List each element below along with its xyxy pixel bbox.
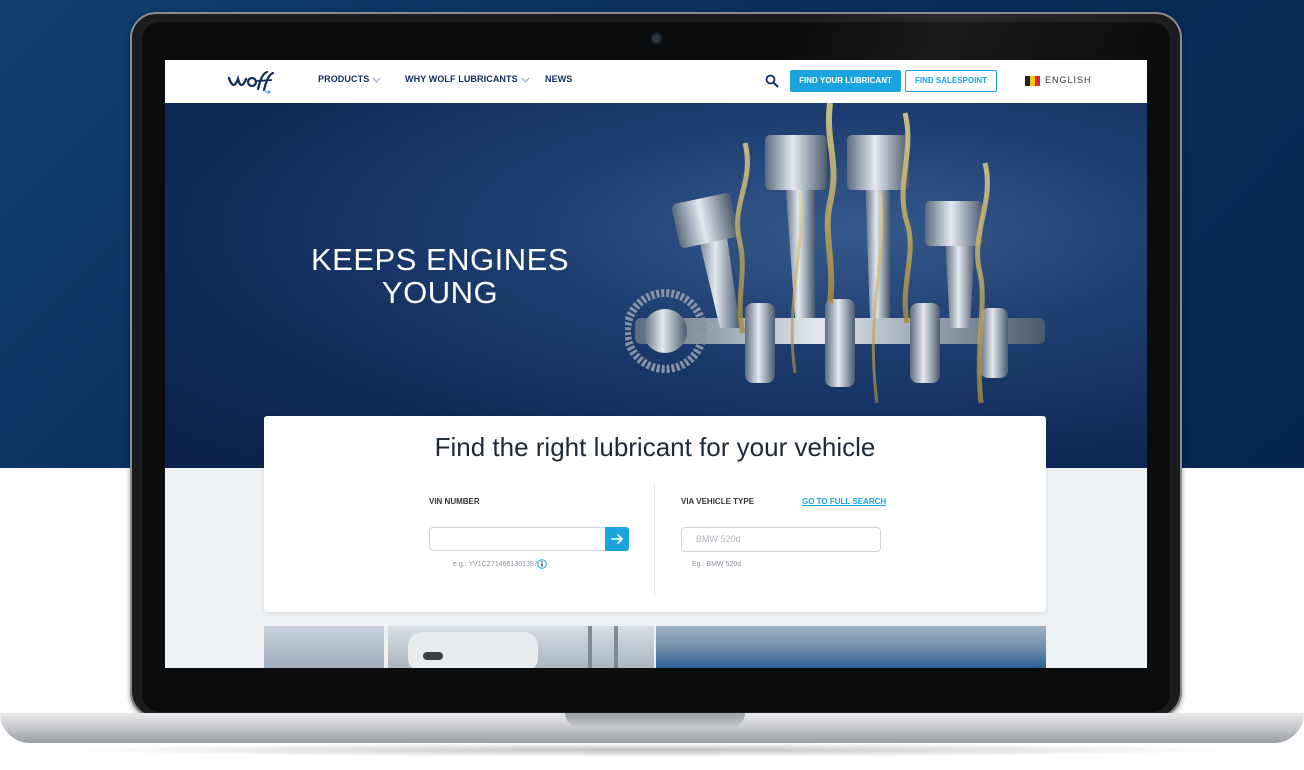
vin-input[interactable] xyxy=(429,527,605,551)
arrow-right-icon xyxy=(611,534,624,544)
find-salespoint-button[interactable]: FIND SALESPOINT xyxy=(905,70,997,92)
tile-image-car-rear[interactable] xyxy=(388,626,654,668)
vin-label: VIN NUMBER xyxy=(429,497,480,506)
nav-products[interactable]: PRODUCTS xyxy=(318,74,381,90)
language-selector[interactable]: ENGLISH xyxy=(1045,75,1092,85)
wolf-logo[interactable] xyxy=(227,69,275,95)
nav-news-label: NEWS xyxy=(545,74,573,84)
tile-image-motion[interactable] xyxy=(656,626,1046,668)
find-lubricant-button[interactable]: FIND YOUR LUBRICANT xyxy=(790,70,901,92)
nav-why-wolf[interactable]: WHY WOLF LUBRICANTS xyxy=(405,74,530,90)
vin-example: e.g.: YV1CZ714661301357 xyxy=(453,561,538,568)
site-header: PRODUCTS WHY WOLF LUBRICANTS NEWS FIND Y… xyxy=(165,60,1147,104)
laptop-opening-notch xyxy=(565,713,745,727)
hero-headline: KEEPS ENGINES YOUNG xyxy=(275,243,605,309)
search-icon[interactable] xyxy=(765,74,779,88)
nav-why-label: WHY WOLF LUBRICANTS xyxy=(405,74,518,84)
nav-products-label: PRODUCTS xyxy=(318,74,370,84)
vehicle-type-label: VIA VEHICLE TYPE xyxy=(681,497,755,506)
lubricant-search-card: Find the right lubricant for your vehicl… xyxy=(264,416,1046,612)
webcam xyxy=(652,34,661,43)
car-rear-illustration xyxy=(408,626,618,668)
engine-pistons-illustration xyxy=(625,103,1045,404)
chevron-down-icon xyxy=(521,77,530,83)
full-search-link[interactable]: GO TO FULL SEARCH xyxy=(802,497,886,506)
laptop-shadow xyxy=(60,743,1244,757)
info-icon[interactable] xyxy=(537,559,547,569)
tile-image-garage[interactable] xyxy=(264,626,384,668)
column-divider xyxy=(654,482,655,596)
search-title: Find the right lubricant for your vehicl… xyxy=(434,432,876,462)
browser-screen: PRODUCTS WHY WOLF LUBRICANTS NEWS FIND Y… xyxy=(165,60,1147,668)
hero-banner: KEEPS ENGINES YOUNG xyxy=(165,103,1147,468)
vin-submit-button[interactable] xyxy=(605,527,629,551)
hero-headline-line2: YOUNG xyxy=(381,275,499,310)
vehicle-type-input[interactable]: BMW 520d xyxy=(681,527,881,552)
belgium-flag-icon[interactable] xyxy=(1025,76,1040,86)
vehicle-example: Eg.: BMW 520d xyxy=(692,561,742,568)
hero-headline-line1: KEEPS ENGINES xyxy=(310,242,570,277)
chevron-down-icon xyxy=(372,77,381,83)
nav-news[interactable]: NEWS xyxy=(545,74,572,90)
